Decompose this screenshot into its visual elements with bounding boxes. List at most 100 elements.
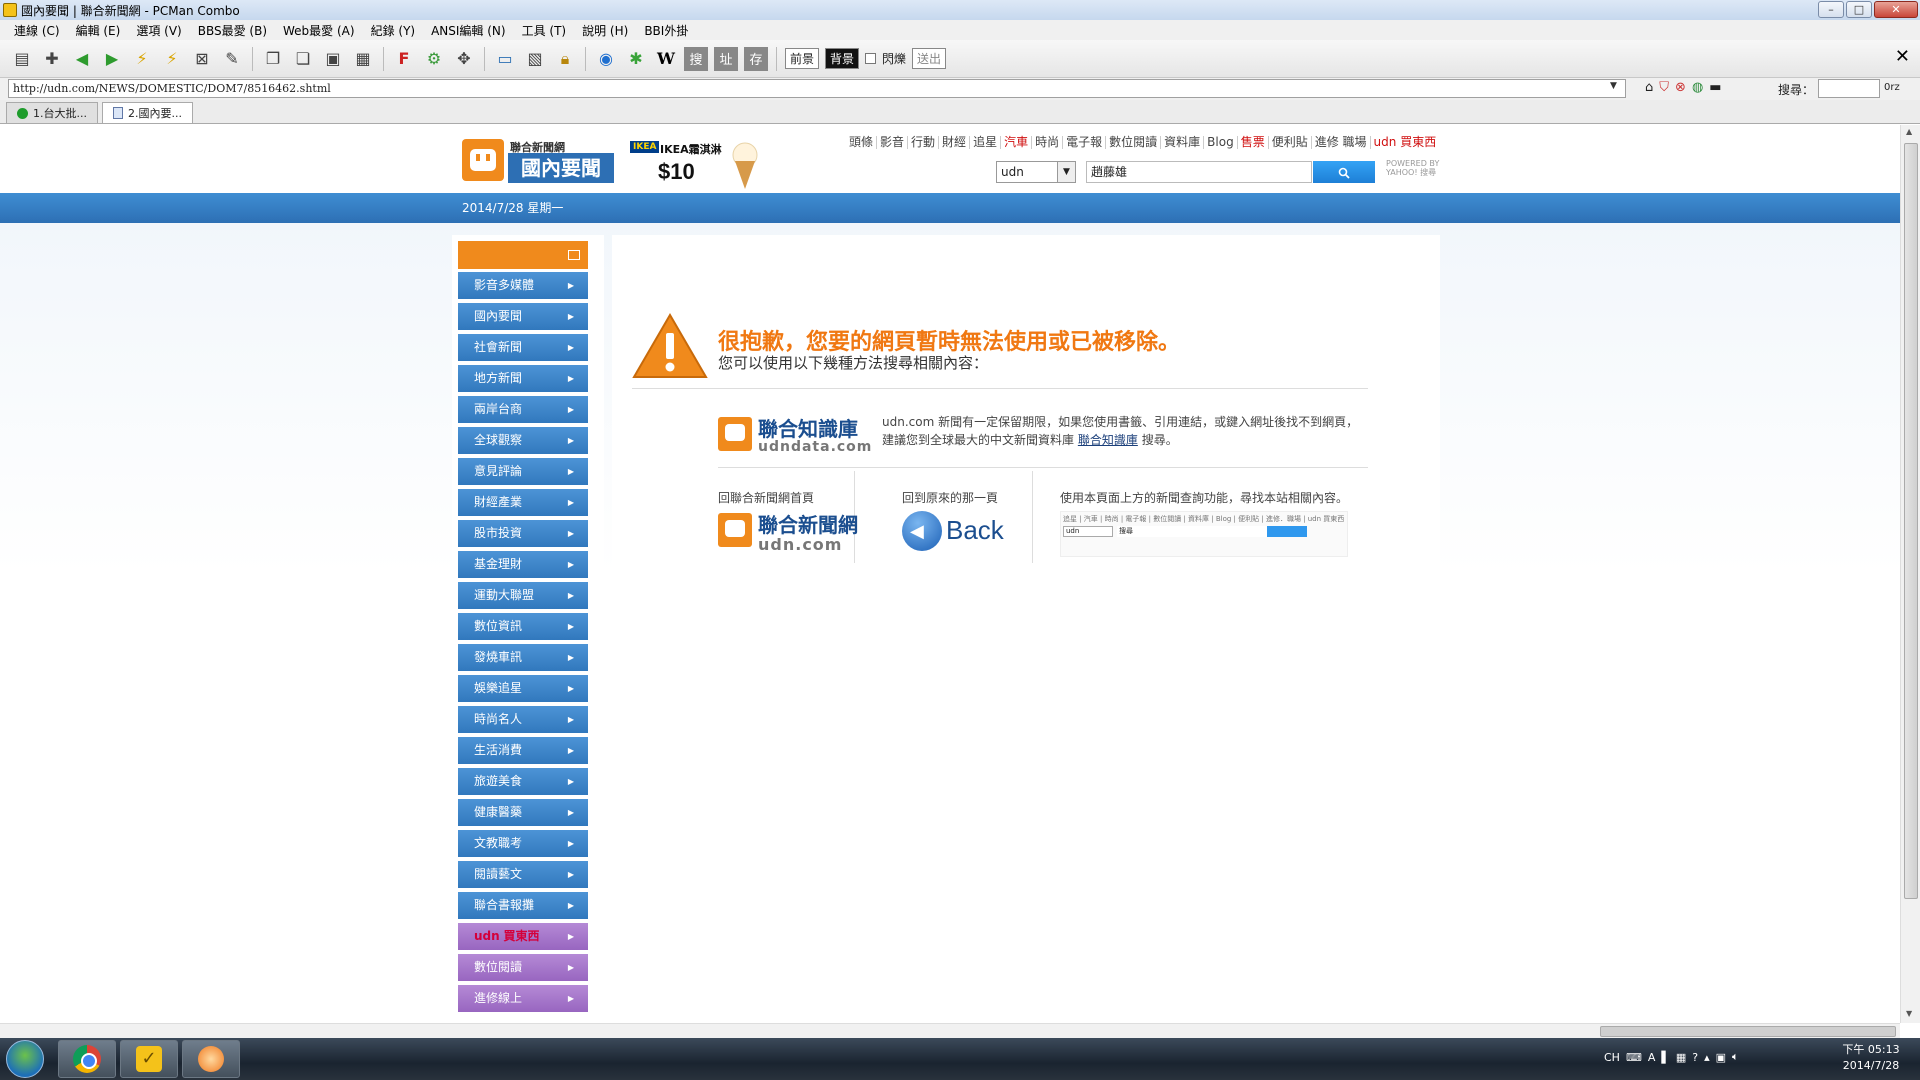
wikipedia-icon[interactable]: W [654, 47, 678, 71]
search-glyph-button[interactable]: 搜 [684, 46, 708, 71]
half-width-icon[interactable]: ▌ [1661, 1051, 1669, 1064]
sidebar-item[interactable]: 意見評論 ▶ [458, 458, 588, 485]
top-nav-item[interactable]: 便利貼 [1269, 136, 1312, 149]
copy-ansi-icon[interactable]: ▣ [321, 47, 345, 71]
sidebar-item[interactable]: 全球觀察 ▶ [458, 427, 588, 454]
puzzle-icon[interactable]: ✱ [624, 47, 648, 71]
volume-icon[interactable]: 🔈︎ [1732, 1050, 1739, 1064]
toolbar-search-input[interactable] [1818, 79, 1880, 98]
tab-1[interactable]: 1.台大批... [6, 102, 98, 123]
expand-icon[interactable] [568, 250, 580, 260]
top-nav-item[interactable]: 財經 [939, 136, 971, 149]
ime-indicator[interactable]: CH [1604, 1051, 1620, 1064]
sidebar-item[interactable]: 閱讀藝文 ▶ [458, 861, 588, 888]
menu-web-favorites[interactable]: Web最愛 (A) [275, 22, 363, 39]
top-nav-item[interactable]: udn 買東西 [1371, 136, 1440, 149]
sidebar-item[interactable]: 生活消費 ▶ [458, 737, 588, 764]
sidebar-item[interactable]: 國內要聞 ▶ [458, 303, 588, 330]
menu-tools[interactable]: 工具 (T) [514, 22, 575, 39]
scroll-up-icon[interactable]: ▲ [1906, 127, 1912, 136]
close-window-button[interactable]: ✕ [1874, 1, 1918, 18]
udndata-logo[interactable]: 聯合知識庫 udndata.com [718, 413, 871, 457]
help-icon[interactable]: ? [1692, 1051, 1698, 1064]
font-icon[interactable]: F [392, 47, 416, 71]
top-nav-item[interactable]: 電子報 [1063, 136, 1107, 149]
sidebar-item-promo[interactable]: udn 買東西 ▶ [458, 923, 588, 950]
menu-connect[interactable]: 連線 (C) [6, 22, 68, 39]
settings-gear-icon[interactable]: ⚙ [422, 47, 446, 71]
sidebar-item[interactable]: 文教職考 ▶ [458, 830, 588, 857]
horizontal-scroll-thumb[interactable] [1600, 1026, 1896, 1037]
sidebar-item[interactable]: 影音多媒體 ▶ [458, 272, 588, 299]
sidebar-item[interactable]: 基金理財 ▶ [458, 551, 588, 578]
maximize-button[interactable]: □ [1846, 1, 1872, 18]
menu-options[interactable]: 選項 (V) [128, 22, 189, 39]
menu-history[interactable]: 紀錄 (Y) [363, 22, 424, 39]
menu-bbi-plugin[interactable]: BBI外掛 [636, 22, 696, 39]
background-color-button[interactable]: 背景 [825, 48, 860, 69]
shield-icon[interactable]: ⛉ [1659, 80, 1669, 95]
udn-home-link[interactable]: 聯合新聞網 udn.com [718, 509, 868, 554]
sidebar-item[interactable]: 社會新聞 ▶ [458, 334, 588, 361]
fullscreen-icon[interactable]: ✥ [452, 47, 476, 71]
back-arrow-icon[interactable]: ◀ [70, 47, 94, 71]
sidebar-item[interactable]: 股市投資 ▶ [458, 520, 588, 547]
sidebar-item[interactable]: 兩岸台商 ▶ [458, 396, 588, 423]
search-engine-select[interactable]: 0rz [1884, 82, 1900, 93]
sidebar-item[interactable]: 健康醫藥 ▶ [458, 799, 588, 826]
save-glyph-button[interactable]: 存 [744, 46, 768, 71]
horizontal-scrollbar[interactable] [0, 1023, 1900, 1038]
sidebar-item-promo[interactable]: 進修線上 ▶ [458, 985, 588, 1012]
ikea-ad-banner[interactable]: IKEA IKEA霜淇淋 $10 [624, 139, 766, 193]
address-glyph-button[interactable]: 址 [714, 46, 738, 71]
top-nav-item[interactable]: 進修 職場 [1312, 136, 1371, 149]
top-nav-item[interactable]: 時尚 [1032, 136, 1064, 149]
globe-icon[interactable]: ◍ [1692, 80, 1703, 95]
udndata-link[interactable]: 聯合知識庫 [1078, 433, 1138, 447]
forward-arrow-icon[interactable]: ▶ [100, 47, 124, 71]
sidebar-item[interactable]: 數位資訊 ▶ [458, 613, 588, 640]
connect-list-icon[interactable]: ▤ [10, 47, 34, 71]
taskbar-clock[interactable]: 下午 05:13 2014/7/28 [1836, 1042, 1906, 1074]
stop-icon[interactable]: ⊗ [1675, 80, 1686, 95]
sidebar-item[interactable]: 娛樂追星 ▶ [458, 675, 588, 702]
vertical-scrollbar[interactable]: ▲ ▼ [1900, 125, 1920, 1023]
taskbar-pcman[interactable]: ✓ [120, 1040, 178, 1078]
vertical-scroll-thumb[interactable] [1904, 143, 1918, 899]
new-connection-icon[interactable]: ✚ [40, 47, 64, 71]
udn-domestic-logo[interactable]: 聯合新聞網 國內要聞 [462, 139, 614, 183]
sidebar-item-promo[interactable]: 數位閱讀 ▶ [458, 954, 588, 981]
url-dropdown-icon[interactable]: ▼ [1610, 81, 1617, 91]
foreground-color-button[interactable]: 前景 [785, 48, 820, 69]
tray-chevron-icon[interactable]: ▴ [1704, 1051, 1710, 1064]
taskbar-chrome[interactable] [58, 1040, 116, 1078]
sidebar-item[interactable]: 運動大聯盟 ▶ [458, 582, 588, 609]
taskbar-app3[interactable] [182, 1040, 240, 1078]
keyboard-icon[interactable]: ⌨ [1626, 1051, 1642, 1064]
top-nav-item[interactable]: Blog [1204, 136, 1238, 149]
send-button[interactable]: 送出 [912, 48, 947, 69]
scroll-down-icon[interactable]: ▼ [1906, 1009, 1912, 1018]
browser-icon[interactable]: ◉ [594, 47, 618, 71]
top-nav-item[interactable]: 售票 [1238, 136, 1269, 149]
top-nav-item[interactable]: 追星 [970, 136, 1002, 149]
preview-icon[interactable]: ▦ [351, 47, 375, 71]
sidebar-item[interactable]: 旅遊美食 ▶ [458, 768, 588, 795]
sidebar-item[interactable]: 時尚名人 ▶ [458, 706, 588, 733]
menu-help[interactable]: 說明 (H) [574, 22, 636, 39]
top-nav-item[interactable]: 頭條 [846, 136, 878, 149]
top-nav-item[interactable]: 影音 [877, 136, 909, 149]
sidebar-item[interactable]: 發燒車訊 ▶ [458, 644, 588, 671]
disconnect-icon[interactable]: ⚡ [160, 47, 184, 71]
top-nav-item[interactable]: 汽車 [1001, 136, 1033, 149]
close-connection-icon[interactable]: ⊠ [190, 47, 214, 71]
top-nav-item[interactable]: 行動 [908, 136, 940, 149]
pin-icon[interactable]: ✎ [220, 47, 244, 71]
lock-icon[interactable]: 🔒︎ [553, 47, 577, 71]
sidebar-item[interactable]: 聯合書報攤 ▶ [458, 892, 588, 919]
site-search-input[interactable]: 趙藤雄 [1086, 161, 1312, 183]
back-button[interactable]: ◀ Back [902, 511, 1004, 559]
ime-options-icon[interactable]: ▦ [1676, 1051, 1686, 1064]
sidebar-item[interactable]: 財經產業 ▶ [458, 489, 588, 516]
menu-bbs-favorites[interactable]: BBS最愛 (B) [190, 22, 275, 39]
